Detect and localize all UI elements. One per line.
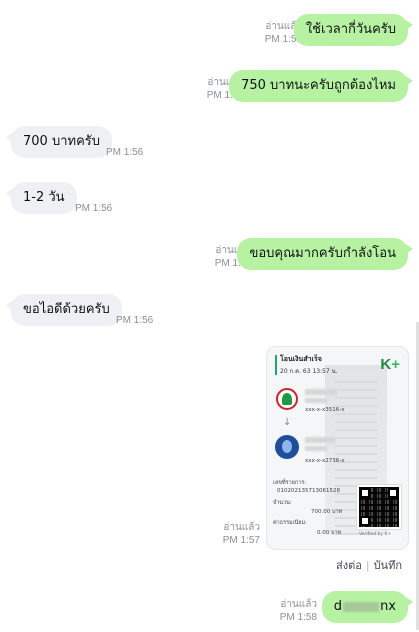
message-bubble-incoming[interactable]: 1-2 วัน — [6, 182, 77, 214]
redacted-name — [305, 389, 337, 395]
message-text: 1-2 วัน — [23, 190, 65, 205]
timestamp: PM 1:58 — [279, 612, 317, 623]
message-bubble-outgoing[interactable]: 750 บาทนะครับถูกต้องไหม — [229, 70, 413, 102]
message-bubble-outgoing[interactable]: ใช้เวลากี่วันครับ — [293, 14, 414, 46]
qr-finder — [388, 488, 398, 498]
message-text: 750 บาทนะครับถูกต้องไหม — [241, 78, 396, 93]
message-bubble-outgoing[interactable]: d nx — [321, 591, 414, 623]
ref-label: เลขที่รายการ: — [273, 480, 307, 486]
arrow-down-icon: ↓ — [283, 417, 292, 428]
redacted-name — [305, 398, 327, 403]
brand-plus: + — [391, 356, 400, 373]
message-text: ขอบคุณมากครับกำลังโอน — [249, 246, 396, 261]
amount-label: จำนวน: — [273, 500, 292, 506]
read-receipt: อ่านแล้ว — [280, 599, 317, 610]
fee-value: 0.00 บาท — [317, 530, 342, 536]
amount-value: 700.00 บาท — [311, 509, 343, 515]
redacted-name — [305, 446, 327, 451]
read-receipt: อ่านแล้ว — [223, 522, 260, 533]
separator: | — [365, 559, 370, 572]
message-text-end: nx — [380, 599, 396, 614]
to-account: xxx-x-x2736-x — [305, 458, 345, 464]
kbank-logo-icon — [276, 388, 298, 410]
redacted-text — [343, 601, 380, 612]
fee-label: ค่าธรรมเนียม: — [273, 520, 307, 526]
share-button[interactable]: ส่งต่อ — [336, 559, 362, 572]
qr-finder — [360, 488, 370, 498]
message-bubble-incoming[interactable]: 700 บาทครับ — [6, 126, 112, 158]
message-text: ขอไอดีด้วยครับ — [23, 302, 110, 317]
verified-label: Verified by K+ — [359, 532, 392, 537]
message-bubble-incoming[interactable]: ขอไอดีด้วยครับ — [6, 294, 122, 326]
redacted-name — [305, 437, 335, 443]
message-text: 700 บาทครับ — [23, 134, 100, 149]
timestamp: PM 1:56 — [116, 315, 154, 326]
message-text-start: d — [333, 599, 343, 614]
slip-datetime: 20 ก.ค. 63 13:57 น. — [280, 368, 338, 375]
image-actions: ส่งต่อ | บันทึก — [336, 556, 402, 574]
timestamp: PM 1:56 — [75, 203, 113, 214]
timestamp: PM 1:56 — [106, 147, 144, 158]
qr-finder — [360, 516, 370, 526]
message-meta: อ่านแล้ว PM 1:58 — [280, 598, 317, 624]
ref-value: 010202135713061528 — [277, 488, 340, 494]
message-bubble-outgoing[interactable]: ขอบคุณมากครับกำลังโอน — [237, 238, 413, 270]
bank-logo-icon — [275, 435, 299, 459]
message-meta: อ่านแล้ว PM 1:57 — [223, 521, 260, 547]
brand-letter: K — [380, 356, 392, 373]
chat-window: { "messages": [ {"dir":"out","text":"ใช้… — [0, 0, 419, 632]
kplus-logo: K+ — [380, 356, 400, 373]
message-text: ใช้เวลากี่วันครับ — [305, 22, 396, 37]
from-account: xxx-x-x3516-x — [305, 407, 345, 413]
transfer-slip-image[interactable]: โอนเงินสำเร็จ 20 ก.ค. 63 13:57 น. K+ xxx… — [266, 346, 409, 550]
qr-code — [356, 484, 402, 530]
accent-bar — [275, 355, 277, 375]
save-button[interactable]: บันทึก — [374, 559, 402, 572]
timestamp: PM 1:57 — [222, 535, 260, 546]
slip-title: โอนเงินสำเร็จ — [280, 355, 322, 363]
